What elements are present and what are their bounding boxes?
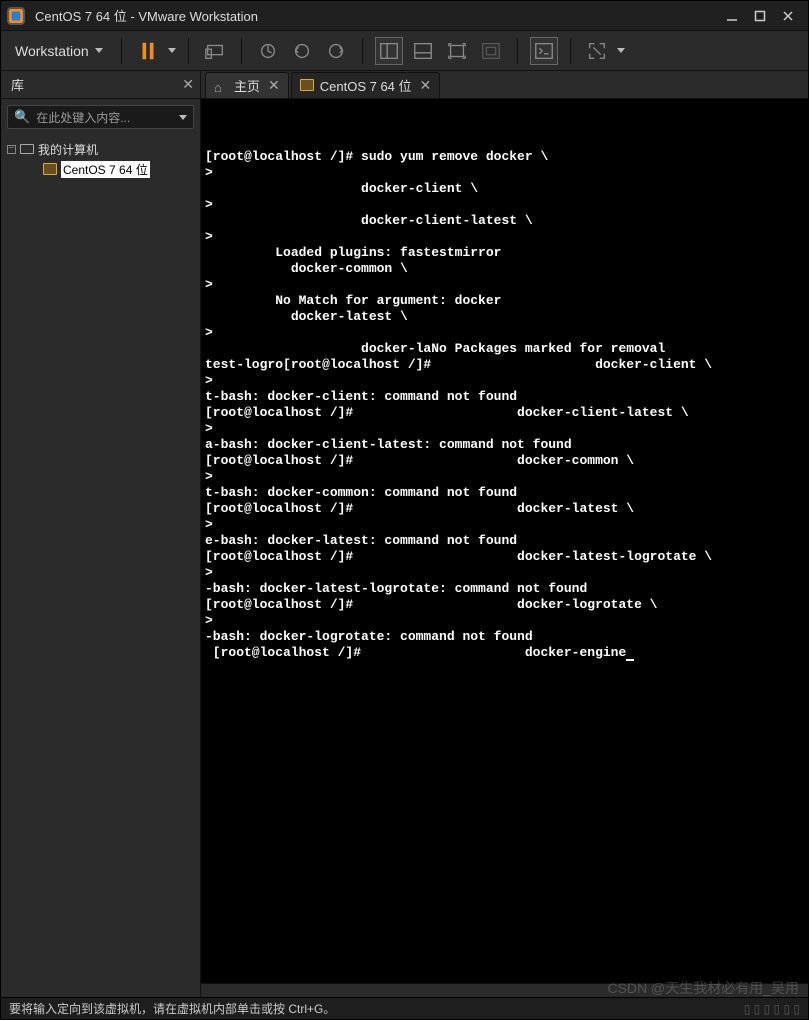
fullscreen-dropdown-icon[interactable] — [617, 48, 625, 53]
horizontal-scrollbar[interactable] — [201, 983, 808, 997]
window-maximize-button[interactable] — [746, 2, 774, 30]
vm-icon — [300, 79, 314, 91]
tree-vm-item[interactable]: CentOS 7 64 位 — [7, 159, 194, 179]
sidebar-close-button[interactable]: ✕ — [182, 76, 194, 93]
content-pane: ⌂ 主页 ✕ CentOS 7 64 位 ✕ [root@localhost /… — [201, 71, 808, 997]
window-titlebar: CentOS 7 64 位 - VMware Workstation — [1, 1, 808, 31]
toolbar-separator — [121, 38, 122, 64]
pause-button[interactable] — [134, 37, 162, 65]
search-placeholder: 在此处键入内容... — [36, 109, 179, 126]
snapshot-manager-button[interactable] — [322, 37, 350, 65]
window-close-button[interactable] — [774, 2, 802, 30]
toolbar-separator — [241, 38, 242, 64]
toolbar-separator — [570, 38, 571, 64]
sidebar-title: 库 — [11, 75, 24, 94]
window-title: CentOS 7 64 位 - VMware Workstation — [35, 6, 718, 25]
collapse-icon[interactable]: − — [7, 145, 16, 154]
workstation-menu-label: Workstation — [15, 43, 89, 59]
snapshot-revert-button[interactable] — [288, 37, 316, 65]
view-sidebar-toggle[interactable] — [375, 37, 403, 65]
pause-dropdown-icon[interactable] — [168, 48, 176, 53]
vmware-logo-icon — [7, 7, 25, 25]
sidebar-header: 库 ✕ — [1, 71, 200, 99]
toolbar-separator — [188, 38, 189, 64]
workstation-menu[interactable]: Workstation — [9, 39, 109, 63]
terminal-output[interactable]: [root@localhost /]# sudo yum remove dock… — [201, 99, 808, 983]
home-icon: ⌂ — [214, 80, 228, 92]
main-area: 库 ✕ 🔍 在此处键入内容... − 我的计算机 CentOS 7 64 位 — [1, 71, 808, 997]
console-view-button[interactable] — [530, 37, 558, 65]
statusbar-hint: 要将输入定向到该虚拟机，请在虚拟机内部单击或按 Ctrl+G。 — [9, 1000, 335, 1017]
vm-icon — [43, 163, 57, 175]
view-thumbnail-toggle[interactable] — [409, 37, 437, 65]
view-unity-toggle[interactable] — [477, 37, 505, 65]
tree-root-label: 我的计算机 — [38, 141, 98, 158]
tab-home[interactable]: ⌂ 主页 ✕ — [205, 72, 289, 98]
sidebar: 库 ✕ 🔍 在此处键入内容... − 我的计算机 CentOS 7 64 位 — [1, 71, 201, 997]
statusbar: 要将输入定向到该虚拟机，请在虚拟机内部单击或按 Ctrl+G。 ▯ ▯ ▯ ▯ … — [1, 997, 808, 1019]
search-dropdown-icon[interactable] — [179, 115, 187, 120]
window-minimize-button[interactable] — [718, 2, 746, 30]
tree-vm-label: CentOS 7 64 位 — [61, 161, 150, 178]
toolbar-separator — [517, 38, 518, 64]
tab-vm[interactable]: CentOS 7 64 位 ✕ — [291, 72, 441, 98]
sidebar-search[interactable]: 🔍 在此处键入内容... — [7, 105, 194, 129]
devices-button[interactable] — [201, 37, 229, 65]
search-icon: 🔍 — [14, 109, 30, 125]
computer-icon — [20, 144, 34, 154]
toolbar-separator — [362, 38, 363, 64]
tab-home-close[interactable]: ✕ — [268, 77, 280, 94]
statusbar-device-icons[interactable]: ▯ ▯ ▯ ▯ ▯ ▯ — [744, 1002, 800, 1016]
snapshot-take-button[interactable] — [254, 37, 282, 65]
toolbar: Workstation — [1, 31, 808, 71]
tree-root[interactable]: − 我的计算机 — [7, 139, 194, 159]
tab-vm-label: CentOS 7 64 位 — [320, 76, 412, 95]
tabs: ⌂ 主页 ✕ CentOS 7 64 位 ✕ — [201, 71, 808, 99]
chevron-down-icon — [95, 48, 103, 53]
view-stretch-toggle[interactable] — [443, 37, 471, 65]
fullscreen-button[interactable] — [583, 37, 611, 65]
tab-vm-close[interactable]: ✕ — [420, 77, 432, 94]
library-tree: − 我的计算机 CentOS 7 64 位 — [1, 135, 200, 183]
tab-home-label: 主页 — [234, 76, 260, 95]
